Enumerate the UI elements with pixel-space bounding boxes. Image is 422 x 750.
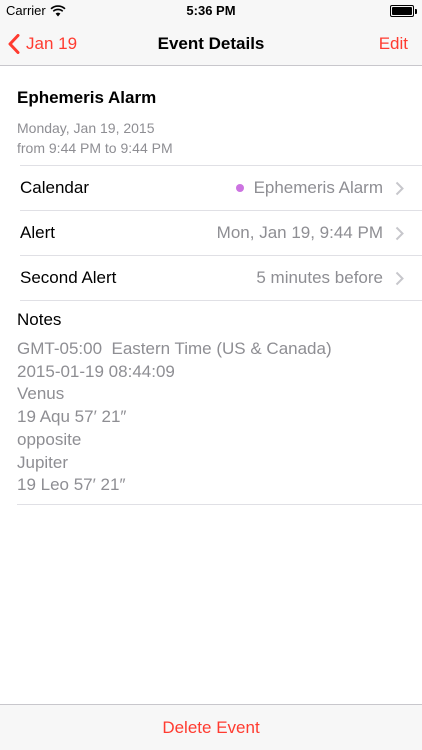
- notes-title: Notes: [17, 310, 62, 329]
- edit-button[interactable]: Edit: [379, 22, 408, 66]
- notes-section: Notes GMT-05:00 Eastern Time (US & Canad…: [17, 310, 422, 497]
- calendar-row[interactable]: Calendar Ephemeris Alarm: [20, 166, 422, 211]
- chevron-right-icon: [395, 181, 404, 196]
- delete-event-button[interactable]: Delete Event: [0, 704, 422, 750]
- alert-row-value: Mon, Jan 19, 9:44 PM: [216, 223, 383, 242]
- battery-icon: [390, 5, 417, 17]
- event-header: Ephemeris Alarm Monday, Jan 19, 2015 fro…: [17, 88, 422, 158]
- calendar-color-dot: [235, 184, 244, 192]
- calendar-row-value-group: Ephemeris Alarm: [235, 178, 383, 198]
- status-time: 5:36 PM: [186, 3, 236, 18]
- event-date: Monday, Jan 19, 2015: [17, 120, 155, 136]
- page-title: Event Details: [157, 34, 265, 53]
- event-detail-rows: Calendar Ephemeris Alarm Alert Mon, Jan …: [20, 165, 422, 301]
- second-alert-row-label: Second Alert: [20, 268, 117, 287]
- chevron-right-icon: [395, 271, 404, 286]
- battery-fill: [392, 7, 412, 15]
- event-title: Ephemeris Alarm: [17, 88, 157, 107]
- event-time-range: from 9:44 PM to 9:44 PM: [17, 140, 173, 156]
- notes-body: GMT-05:00 Eastern Time (US & Canada) 201…: [17, 339, 332, 495]
- calendar-row-value: Ephemeris Alarm: [253, 178, 383, 197]
- notes-divider: [17, 504, 422, 505]
- status-bar: Carrier 5:36 PM: [0, 0, 422, 22]
- navigation-bar: Jan 19 Event Details Edit: [0, 22, 422, 66]
- chevron-right-icon: [395, 226, 404, 241]
- alert-row[interactable]: Alert Mon, Jan 19, 9:44 PM: [20, 211, 422, 256]
- second-alert-row[interactable]: Second Alert 5 minutes before: [20, 256, 422, 301]
- second-alert-row-value: 5 minutes before: [256, 268, 383, 287]
- calendar-row-label: Calendar: [20, 178, 89, 197]
- alert-row-label: Alert: [20, 223, 55, 242]
